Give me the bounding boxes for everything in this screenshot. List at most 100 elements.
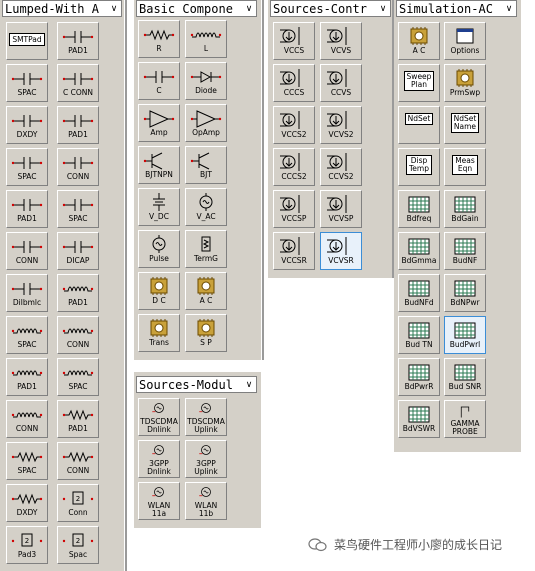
palette-item-pad1[interactable]: PAD1: [57, 22, 99, 60]
wlan-symbol-icon: [142, 444, 176, 459]
palette-item-d-c[interactable]: D C: [138, 272, 180, 310]
palette-item-bjtnpn[interactable]: BJTNPN: [138, 146, 180, 184]
palette-item-options[interactable]: Options: [444, 22, 486, 60]
src-symbol-icon: [277, 68, 311, 88]
watermark-text: 菜鸟硬件工程师小廖的成长日记: [334, 538, 503, 552]
palette-item-wlan-11b[interactable]: WLAN 11b: [185, 482, 227, 520]
palette-item-ndset-name[interactable]: NdSet Name: [444, 106, 486, 144]
palette-item-3gpp-dnlink[interactable]: 3GPP Dnlink: [138, 440, 180, 478]
palette-item-bdgain[interactable]: BdGain: [444, 190, 486, 228]
palette-item-termg[interactable]: TermG: [185, 230, 227, 268]
palette-item-ccvs[interactable]: CCVS: [320, 64, 362, 102]
wlan-symbol-icon: [142, 486, 176, 501]
palette-item-smtpad[interactable]: SMTPad: [6, 22, 48, 60]
palette-item-label: BJT: [200, 170, 212, 179]
palette-item-pad1[interactable]: PAD1: [57, 106, 99, 144]
palette-item-wlan-11a[interactable]: WLAN 11a: [138, 482, 180, 520]
palette-item-bud-snr[interactable]: Bud SNR: [444, 358, 486, 396]
palette-item-pulse[interactable]: Pulse: [138, 230, 180, 268]
palette-item-bdgmma[interactable]: BdGmma: [398, 232, 440, 270]
palette-item-label: Amp: [150, 128, 168, 137]
palette-item-spac[interactable]: SPAC: [6, 442, 48, 480]
palette-item-vccsr[interactable]: VCCSR: [273, 232, 315, 270]
palette-item-conn[interactable]: CONN: [6, 232, 48, 270]
palette-item-bdvswr[interactable]: BdVSWR: [398, 400, 440, 438]
palette-item-prmswp[interactable]: PrmSwp: [444, 64, 486, 102]
palette-item-l[interactable]: L: [185, 20, 227, 58]
palette-item-gamma-probe[interactable]: GAMMA PROBE: [444, 400, 486, 438]
palette-item-label: OpAmp: [192, 128, 220, 137]
palette-item-tdscdma-dnlink[interactable]: TDSCDMA Dnlink: [138, 398, 180, 436]
palette-item-spac[interactable]: SPAC: [57, 190, 99, 228]
palette-item-pad3[interactable]: 2 Pad3: [6, 526, 48, 564]
palette-item-budnfd[interactable]: BudNFd: [398, 274, 440, 312]
palette-item-budpwrl[interactable]: BudPwrl: [444, 316, 486, 354]
lumped-palette: Lumped-With A ∨ SMTPad PAD1 SPAC C CONN DXDY…: [0, 0, 124, 571]
palette-item-conn[interactable]: CONN: [57, 316, 99, 354]
sources-ctrl-palette-selector[interactable]: Sources-Contr ∨: [270, 0, 391, 17]
palette-item-conn[interactable]: CONN: [57, 148, 99, 186]
palette-item-vccs2[interactable]: VCCS2: [273, 106, 315, 144]
sources-mod-palette-selector[interactable]: Sources-Modul ∨: [136, 376, 257, 393]
palette-item-vcvs2[interactable]: VCVS2: [320, 106, 362, 144]
palette-item-trans[interactable]: Trans: [138, 314, 180, 352]
palette-item-ndset[interactable]: NdSet: [398, 106, 440, 144]
palette-item-bdfreq[interactable]: Bdfreq: [398, 190, 440, 228]
palette-item-a-c[interactable]: A C: [398, 22, 440, 60]
palette-item-diode[interactable]: Diode: [185, 62, 227, 100]
palette-item-conn[interactable]: CONN: [57, 442, 99, 480]
palette-item-c-conn[interactable]: C CONN: [57, 64, 99, 102]
palette-item-tdscdma-uplink[interactable]: TDSCDMA Uplink: [185, 398, 227, 436]
palette-item-bdnpwr[interactable]: BdNPwr: [444, 274, 486, 312]
svg-text:2: 2: [76, 495, 80, 503]
palette-item-pad1[interactable]: PAD1: [6, 358, 48, 396]
palette-item-opamp[interactable]: OpAmp: [185, 104, 227, 142]
palette-item-label: A C: [199, 296, 213, 305]
palette-item-conn[interactable]: CONN: [6, 400, 48, 438]
amp-symbol-icon: [189, 108, 223, 128]
palette-item-a-c[interactable]: A C: [185, 272, 227, 310]
palette-item-spac[interactable]: 2 Spac: [57, 526, 99, 564]
palette-item-bjt[interactable]: BJT: [185, 146, 227, 184]
simulation-palette-selector[interactable]: Simulation-AC ∨: [396, 0, 517, 17]
palette-item-vcvs[interactable]: VCVS: [320, 22, 362, 60]
palette-item-r[interactable]: R: [138, 20, 180, 58]
palette-item-spac[interactable]: SPAC: [6, 148, 48, 186]
palette-item-meas-eqn[interactable]: Meas Eqn: [444, 148, 486, 186]
palette-item-spac[interactable]: SPAC: [6, 64, 48, 102]
palette-item-s-p[interactable]: S P: [185, 314, 227, 352]
palette-item-budnf[interactable]: BudNF: [444, 232, 486, 270]
palette-item-vccs[interactable]: VCCS: [273, 22, 315, 60]
palette-item-pad1[interactable]: PAD1: [57, 400, 99, 438]
palette-item-spac[interactable]: SPAC: [6, 316, 48, 354]
palette-item-cccs[interactable]: CCCS: [273, 64, 315, 102]
wlan-symbol-icon: [142, 402, 176, 417]
palette-item-label: DXDY: [16, 508, 38, 517]
palette-item-dxdy[interactable]: DXDY: [6, 106, 48, 144]
palette-item-dxdy[interactable]: DXDY: [6, 484, 48, 522]
palette-item-label: PAD1: [68, 130, 88, 139]
svg-text:2: 2: [76, 537, 80, 545]
palette-item-3gpp-uplink[interactable]: 3GPP Uplink: [185, 440, 227, 478]
palette-item-pad1[interactable]: PAD1: [57, 274, 99, 312]
palette-item-vccsp[interactable]: VCCSP: [273, 190, 315, 228]
palette-item-v-dc[interactable]: V_DC: [138, 188, 180, 226]
lumped-palette-selector[interactable]: Lumped-With A ∨: [2, 0, 122, 17]
palette-item-v-ac[interactable]: V_AC: [185, 188, 227, 226]
palette-item-sweep-plan[interactable]: Sweep Plan: [398, 64, 440, 102]
palette-item-pad1[interactable]: PAD1: [6, 190, 48, 228]
palette-item-bdpwrr[interactable]: BdPwrR: [398, 358, 440, 396]
palette-item-dicap[interactable]: DICAP: [57, 232, 99, 270]
palette-item-vcvsr[interactable]: VCVSR: [320, 232, 362, 270]
palette-item-vcvsp[interactable]: VCVSP: [320, 190, 362, 228]
palette-item-dilbmlc[interactable]: Dilbmlc: [6, 274, 48, 312]
palette-item-conn[interactable]: 2 Conn: [57, 484, 99, 522]
palette-item-cccs2[interactable]: CCCS2: [273, 148, 315, 186]
basic-palette-selector[interactable]: Basic Compone ∨: [136, 0, 257, 17]
palette-item-amp[interactable]: Amp: [138, 104, 180, 142]
palette-item-c[interactable]: C: [138, 62, 180, 100]
palette-item-spac[interactable]: SPAC: [57, 358, 99, 396]
palette-item-bud-tn[interactable]: Bud TN: [398, 316, 440, 354]
palette-item-disp-temp[interactable]: Disp Temp: [398, 148, 440, 186]
palette-item-ccvs2[interactable]: CCVS2: [320, 148, 362, 186]
